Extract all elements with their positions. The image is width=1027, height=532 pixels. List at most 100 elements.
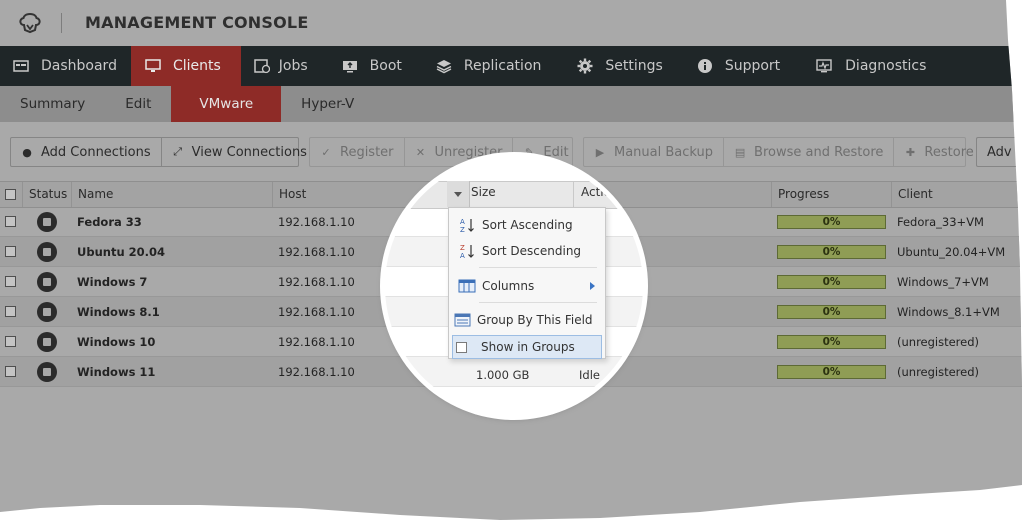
- menu-label: Columns: [482, 279, 535, 293]
- row-name: Windows 7: [77, 275, 148, 289]
- backup-button-group: ▶ Manual Backup ▤ Browse and Restore ✚ R…: [583, 137, 974, 167]
- magnifier-lens: Size Action 1.000 GB Idle A Z Sort Ascen…: [385, 157, 643, 415]
- button-label: Unregister: [434, 144, 503, 160]
- tab-vmware[interactable]: VMware: [171, 86, 282, 122]
- svg-text:Z: Z: [460, 244, 465, 252]
- column-menu-trigger[interactable]: [447, 181, 470, 207]
- button-label: View Connections: [191, 144, 307, 160]
- nav-label: Boot: [369, 58, 402, 74]
- gear-icon: [577, 58, 593, 74]
- select-all-checkbox[interactable]: [5, 189, 16, 200]
- manual-backup-button[interactable]: ▶ Manual Backup: [584, 138, 723, 166]
- advanced-button-group: Adv: [976, 137, 1022, 167]
- stopped-status-icon: [37, 302, 57, 322]
- expand-arrows-icon: ⤢: [173, 145, 183, 158]
- menu-columns[interactable]: Columns: [449, 274, 603, 298]
- row-client: Fedora_33+VM: [897, 215, 984, 229]
- nav-replication[interactable]: Replication: [416, 46, 555, 86]
- button-label: Register: [340, 144, 394, 160]
- column-name[interactable]: Name: [71, 182, 273, 207]
- row-checkbox[interactable]: [5, 306, 16, 317]
- button-label: Add Connections: [41, 144, 151, 160]
- page-title: MANAGEMENT CONSOLE: [85, 13, 309, 32]
- stopped-status-icon: [37, 212, 57, 232]
- row-client: Windows_7+VM: [897, 275, 989, 289]
- row-client: (unregistered): [897, 365, 980, 379]
- tab-edit[interactable]: Edit: [105, 86, 171, 122]
- main-nav: Dashboard Clients Jobs Boot Replication …: [0, 46, 1022, 86]
- progress-bar: 0%: [777, 335, 886, 349]
- header-divider: [573, 181, 574, 207]
- row-host: 192.168.1.10: [278, 275, 355, 289]
- boot-icon: [342, 61, 357, 73]
- monitor-icon: [145, 59, 161, 72]
- row-name: Windows 8.1: [77, 305, 160, 319]
- menu-group-by-field[interactable]: Group By This Field: [449, 308, 603, 332]
- menu-sort-ascending[interactable]: A Z Sort Ascending: [449, 213, 603, 237]
- row-client: Ubuntu_20.04+VM: [897, 245, 1006, 259]
- add-connections-button[interactable]: ● Add Connections: [11, 138, 161, 166]
- stopped-status-icon: [37, 272, 57, 292]
- nav-diagnostics[interactable]: Diagnostics: [794, 46, 940, 86]
- menu-show-in-groups[interactable]: Show in Groups: [452, 335, 602, 359]
- column-client[interactable]: Client: [891, 182, 1022, 207]
- nav-label: Diagnostics: [845, 58, 927, 74]
- register-button[interactable]: ✓ Register: [310, 138, 404, 166]
- svg-text:Z: Z: [460, 226, 465, 234]
- column-size[interactable]: Size: [471, 185, 496, 199]
- menu-label: Show in Groups: [481, 340, 575, 354]
- column-status[interactable]: Status: [22, 182, 72, 207]
- cloud-logo-icon: [19, 12, 41, 34]
- nav-jobs[interactable]: Jobs: [241, 46, 322, 86]
- menu-label: Sort Descending: [482, 244, 582, 258]
- row-checkbox[interactable]: [5, 366, 16, 377]
- progress-bar: 0%: [777, 305, 886, 319]
- show-in-groups-checkbox[interactable]: [456, 341, 467, 353]
- menu-separator: [479, 267, 597, 268]
- calendar-icon: [254, 59, 270, 74]
- browse-restore-button[interactable]: ▤ Browse and Restore: [723, 138, 893, 166]
- submenu-arrow-icon: [590, 282, 595, 290]
- nav-support[interactable]: Support: [677, 46, 794, 86]
- connections-button-group: ● Add Connections ⤢ View Connections: [10, 137, 307, 167]
- columns-icon: [458, 279, 476, 293]
- progress-bar: 0%: [777, 215, 886, 229]
- advanced-button[interactable]: Adv: [977, 138, 1022, 166]
- dashboard-icon: [13, 60, 29, 72]
- column-progress[interactable]: Progress: [771, 182, 892, 207]
- nav-clients[interactable]: Clients: [130, 46, 241, 86]
- progress-bar: 0%: [777, 275, 886, 289]
- plus-circle-icon: ●: [22, 145, 32, 159]
- restore-button[interactable]: ✚ Restore: [893, 138, 983, 166]
- svg-text:A: A: [460, 252, 465, 260]
- button-label: Edit: [543, 144, 569, 160]
- menu-label: Group By This Field: [477, 313, 593, 327]
- nav-label: Jobs: [278, 58, 308, 74]
- nav-label: Settings: [605, 58, 663, 74]
- tab-summary[interactable]: Summary: [0, 86, 105, 122]
- view-connections-button[interactable]: ⤢ View Connections: [160, 138, 317, 166]
- menu-label: Sort Ascending: [482, 218, 573, 232]
- nav-settings[interactable]: Settings: [555, 46, 676, 86]
- sort-ascending-icon: A Z: [460, 218, 474, 234]
- row-checkbox[interactable]: [5, 336, 16, 347]
- stopped-status-icon: [37, 242, 57, 262]
- row-client: Windows_8.1+VM: [897, 305, 1000, 319]
- row-name: Windows 10: [77, 335, 156, 349]
- tab-hyper-v[interactable]: Hyper-V: [281, 86, 374, 122]
- check-icon: ✓: [321, 145, 331, 159]
- row-checkbox[interactable]: [5, 246, 16, 257]
- nav-boot[interactable]: Boot: [322, 46, 416, 86]
- button-label: Manual Backup: [614, 144, 714, 160]
- menu-sort-descending[interactable]: Z A Sort Descending: [449, 239, 603, 263]
- row-action: Idle: [579, 368, 600, 382]
- row-host: 192.168.1.10: [278, 365, 355, 379]
- stopped-status-icon: [37, 332, 57, 352]
- pulse-icon: [816, 59, 832, 73]
- nav-dashboard[interactable]: Dashboard: [0, 46, 131, 86]
- row-checkbox[interactable]: [5, 216, 16, 227]
- row-checkbox[interactable]: [5, 276, 16, 287]
- column-context-menu: A Z Sort Ascending Z A Sort Descending C…: [448, 207, 606, 359]
- info-icon: [697, 59, 712, 73]
- column-action[interactable]: Action: [581, 185, 619, 199]
